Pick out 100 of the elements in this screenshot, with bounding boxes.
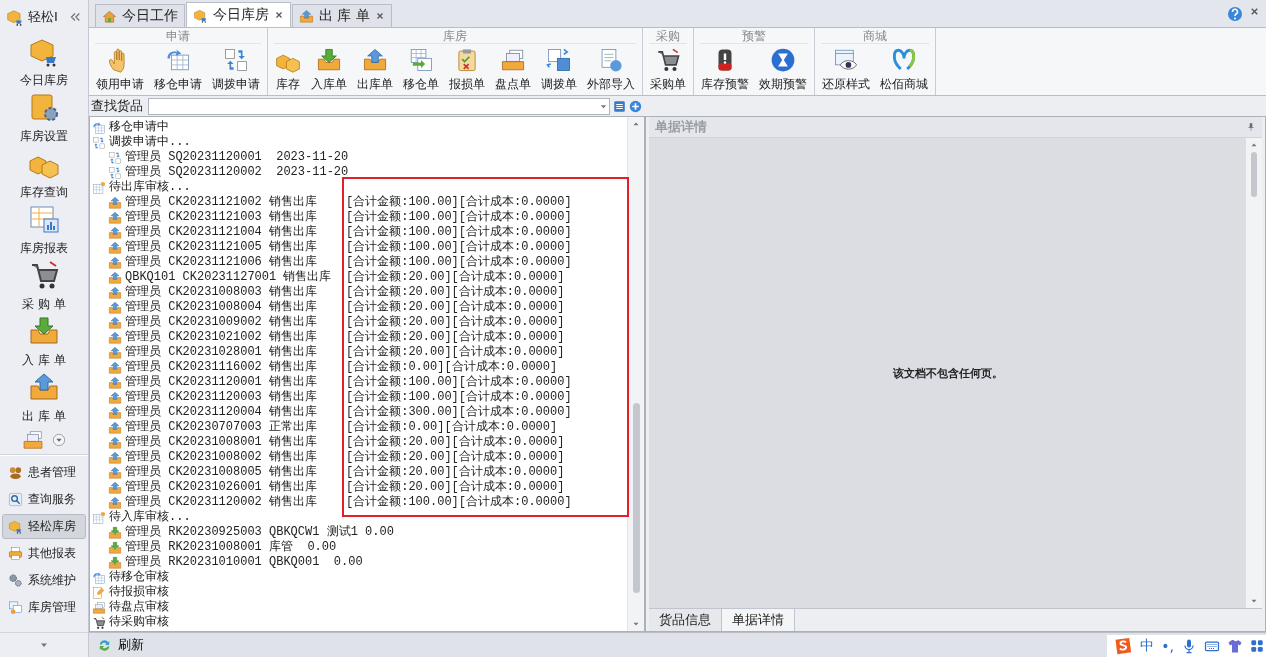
tree-item[interactable]: 管理员 CK20231116002 销售出库 <box>125 360 346 375</box>
tree-item[interactable]: 管理员 CK20231008002 销售出库 <box>125 450 346 465</box>
tree-item[interactable]: 管理员 CK20231120002 销售出库 <box>125 495 346 510</box>
tab[interactable]: 货品信息 <box>649 609 722 631</box>
tab[interactable]: 单据详情 <box>722 609 795 631</box>
shirt-icon[interactable] <box>1227 638 1243 654</box>
loop-logo-icon <box>891 46 917 73</box>
tree-item[interactable]: 管理员 SQ20231120001 2023-11-20 <box>125 150 349 165</box>
tray-arrow-up-icon <box>362 46 388 73</box>
tree-item[interactable]: 管理员 CK20231121003 销售出库 <box>125 210 346 225</box>
nav-item[interactable]: 轻松库房 <box>2 514 86 539</box>
shortcut-item[interactable]: 库房报表 <box>0 202 88 258</box>
ribbon-button[interactable]: 移仓申请 <box>149 46 207 93</box>
tree-item[interactable]: 管理员 CK20231008004 销售出库 <box>125 300 346 315</box>
tray-arrow-up-icon <box>108 405 122 420</box>
tree-item[interactable]: 管理员 CK20231121004 销售出库 <box>125 225 346 240</box>
nav-item[interactable]: 系统维护 <box>2 568 86 593</box>
shortcut-item[interactable]: 今日库房 <box>0 34 88 90</box>
nav-item[interactable]: 查询服务 <box>2 487 86 512</box>
ribbon-button[interactable]: 还原样式 <box>817 46 875 93</box>
ribbon-button[interactable]: 松佰商城 <box>875 46 933 93</box>
shortcut-item[interactable]: 入 库 单 <box>0 314 88 370</box>
shortcut-item[interactable]: 库存查询 <box>0 146 88 202</box>
ribbon-button[interactable]: 效期预警 <box>754 46 812 93</box>
tree-item[interactable]: 管理员 SQ20231120002 2023-11-20 <box>125 165 349 180</box>
tray-arrow-up-icon <box>108 270 122 285</box>
refresh-button[interactable]: 刷新 <box>93 634 148 656</box>
grid-move-icon <box>408 46 434 73</box>
ribbon-button[interactable]: 外部导入 <box>582 46 640 93</box>
tree-group[interactable]: 待盘点审核 <box>109 600 169 615</box>
dropdown-icon[interactable] <box>52 433 66 447</box>
ribbon-button[interactable]: 报损单 <box>444 46 490 93</box>
ribbon-button[interactable]: 采购单 <box>645 46 691 93</box>
punctuation-toggle[interactable]: •, <box>1161 638 1174 654</box>
nav-item[interactable]: 库房管理 <box>2 595 86 620</box>
tree-item[interactable]: 管理员 CK20231008003 销售出库 <box>125 285 346 300</box>
ribbon-button[interactable]: 领用申请 <box>91 46 149 93</box>
close-icon[interactable] <box>274 10 284 20</box>
tree-item[interactable]: QBKQ101 CK20231127001 销售出库 <box>125 270 346 285</box>
nav-item[interactable]: 其他报表 <box>2 541 86 566</box>
tab[interactable]: 出 库 单 <box>292 4 392 27</box>
tree-item[interactable]: 管理员 CK20231120003 销售出库 <box>125 390 346 405</box>
tray-arrow-up-icon <box>108 495 122 510</box>
tree-item[interactable]: 管理员 CK20231120004 销售出库 <box>125 405 346 420</box>
nav-item[interactable]: 患者管理 <box>2 460 86 485</box>
tree-item[interactable]: 管理员 CK20231120001 销售出库 <box>125 375 346 390</box>
group-title: 采购 <box>649 28 687 44</box>
ribbon-button[interactable]: 库存预警 <box>696 46 754 93</box>
ribbon-button[interactable]: 调拨申请 <box>207 46 265 93</box>
tree-group[interactable]: 待出库审核... <box>109 180 191 195</box>
tray-arrow-up-icon <box>108 240 122 255</box>
scrollbar-thumb[interactable] <box>1251 152 1257 197</box>
ribbon-button[interactable]: 盘点单 <box>490 46 536 93</box>
amount-text: [合计金额:20.00][合计成本:0.0000] <box>346 270 565 285</box>
tree-item[interactable]: 管理员 RK20231008001 库管 0.00 <box>125 540 337 555</box>
document-icon <box>598 46 624 73</box>
ribbon-button[interactable]: 入库单 <box>306 46 352 93</box>
add-icon[interactable] <box>629 99 642 113</box>
tree-item[interactable]: 管理员 RK20231010001 QBKQ001 0.00 <box>125 555 363 570</box>
refresh-icon <box>97 637 112 653</box>
close-icon[interactable] <box>374 11 385 21</box>
tree-group[interactable]: 调拨申请中... <box>109 135 191 150</box>
tree-group[interactable]: 移仓申请中 <box>109 120 169 135</box>
help-icon[interactable] <box>1227 5 1243 22</box>
tree-group[interactable]: 待移仓审核 <box>109 570 169 585</box>
cards-tray-icon[interactable] <box>22 429 44 451</box>
ribbon-button[interactable]: 库存 <box>270 46 306 93</box>
tree-item[interactable]: 管理员 CK20231008005 销售出库 <box>125 465 346 480</box>
tree-item[interactable]: 管理员 CK20231009002 销售出库 <box>125 315 346 330</box>
search-field[interactable] <box>148 97 610 115</box>
shortcut-item[interactable]: 出 库 单 <box>0 370 88 426</box>
tree-item[interactable]: 管理员 CK20231021002 销售出库 <box>125 330 346 345</box>
tree-item[interactable]: 管理员 CK20231121005 销售出库 <box>125 240 346 255</box>
tab[interactable]: 今日工作 <box>95 4 185 27</box>
tree-item[interactable]: 管理员 CK20231121002 销售出库 <box>125 195 346 210</box>
amount-text: [合计金额:100.00][合计成本:0.0000] <box>346 390 572 405</box>
shortcut-item[interactable]: 采 购 单 <box>0 258 88 314</box>
tree-item[interactable]: 管理员 CK20231121006 销售出库 <box>125 255 346 270</box>
ribbon-button[interactable]: 调拨单 <box>536 46 582 93</box>
shortcut-item[interactable]: 库房设置 <box>0 90 88 146</box>
list-icon[interactable] <box>613 99 626 113</box>
ime-mode[interactable]: 中 <box>1140 637 1155 655</box>
ime-logo-icon[interactable] <box>1113 636 1134 656</box>
tree-item[interactable]: 管理员 RK20230925003 QBKQCW1 测试1 0.00 <box>125 525 394 540</box>
tree-item[interactable]: 管理员 CK20231026001 销售出库 <box>125 480 346 495</box>
ribbon-button[interactable]: 出库单 <box>352 46 398 93</box>
tree-item[interactable]: 管理员 CK20231028001 销售出库 <box>125 345 346 360</box>
apps-icon[interactable] <box>1250 639 1264 653</box>
tab[interactable]: 今日库房 <box>186 2 291 27</box>
tree-group[interactable]: 待采购审核 <box>109 615 169 630</box>
tree-group[interactable]: 待报损审核 <box>109 585 169 600</box>
ribbon-button[interactable]: 移仓单 <box>398 46 444 93</box>
collapse-icon[interactable] <box>68 10 82 24</box>
tree-item[interactable]: 管理员 CK20230707003 正常出库 <box>125 420 346 435</box>
tree-group[interactable]: 待入库审核... <box>109 510 191 525</box>
group-icon <box>8 465 23 480</box>
tree-item[interactable]: 管理员 CK20231008001 销售出库 <box>125 435 346 450</box>
keyboard-icon[interactable] <box>1204 638 1220 654</box>
amount-text: [合计金额:100.00][合计成本:0.0000] <box>346 210 572 225</box>
scrollbar-thumb[interactable] <box>632 403 640 593</box>
